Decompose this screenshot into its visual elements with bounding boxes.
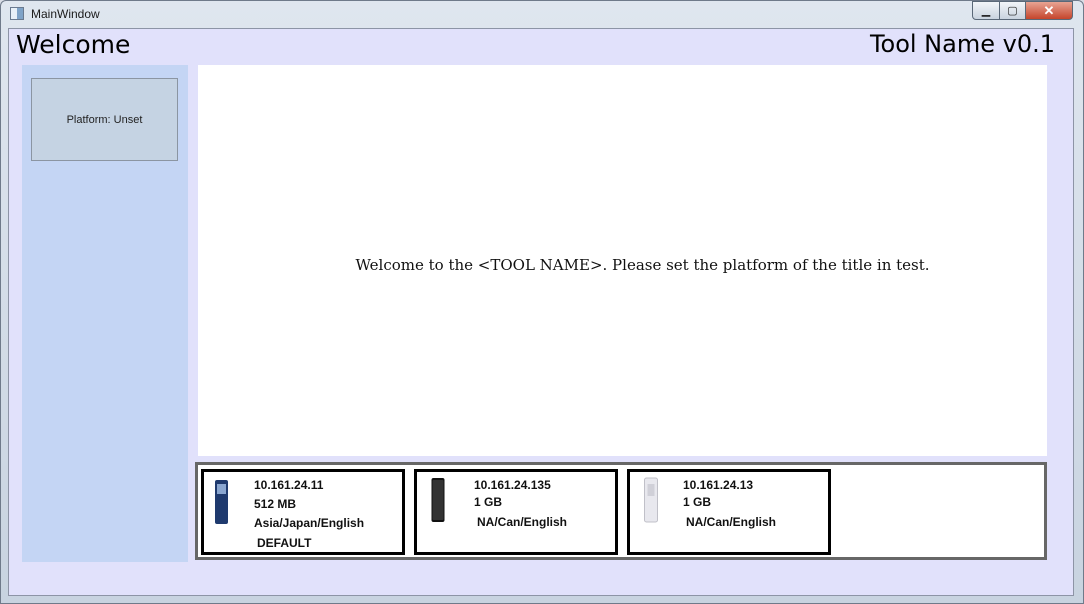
page-title: Welcome bbox=[16, 30, 131, 59]
platform-button[interactable]: Platform: Unset bbox=[31, 78, 178, 161]
device-memory: 1 GB bbox=[474, 495, 503, 509]
welcome-message: Welcome to the <TOOL NAME>. Please set t… bbox=[355, 256, 930, 274]
console-icon bbox=[644, 477, 658, 523]
close-icon: ✕ bbox=[1043, 2, 1055, 18]
device-ip: 10.161.24.135 bbox=[474, 478, 551, 492]
main-content: Welcome to the <TOOL NAME>. Please set t… bbox=[198, 65, 1047, 456]
console-icon bbox=[215, 480, 228, 524]
device-card[interactable]: 10.161.24.13 1 GB NA/Can/English bbox=[627, 469, 831, 555]
app-icon bbox=[10, 7, 24, 20]
maximize-icon: ▢ bbox=[1007, 5, 1018, 17]
minimize-icon: ▁ bbox=[981, 5, 991, 17]
tool-version-title: Tool Name v0.1 bbox=[869, 30, 1055, 58]
sidebar: Platform: Unset bbox=[22, 65, 188, 562]
main-window: MainWindow ▁ ▢ ✕ Welcome Tool Name v0.1 … bbox=[0, 0, 1084, 604]
title-bar[interactable]: MainWindow ▁ ▢ ✕ bbox=[1, 1, 1083, 27]
device-card[interactable]: 10.161.24.11 512 MB Asia/Japan/English D… bbox=[201, 469, 405, 555]
maximize-button[interactable]: ▢ bbox=[999, 1, 1026, 20]
device-memory: 512 MB bbox=[254, 497, 297, 511]
client-area: Welcome Tool Name v0.1 Platform: Unset W… bbox=[8, 28, 1074, 596]
device-list: 10.161.24.11 512 MB Asia/Japan/English D… bbox=[195, 462, 1047, 560]
device-default-tag: DEFAULT bbox=[257, 536, 312, 550]
device-ip: 10.161.24.11 bbox=[254, 478, 324, 492]
device-region: NA/Can/English bbox=[477, 515, 568, 529]
close-button[interactable]: ✕ bbox=[1025, 1, 1073, 20]
device-region: Asia/Japan/English bbox=[254, 516, 365, 530]
minimize-button[interactable]: ▁ bbox=[972, 1, 1000, 20]
device-memory: 1 GB bbox=[683, 495, 712, 509]
device-card[interactable]: 10.161.24.135 1 GB NA/Can/English bbox=[414, 469, 618, 555]
device-ip: 10.161.24.13 bbox=[683, 478, 754, 492]
device-region: NA/Can/English bbox=[686, 515, 777, 529]
window-title: MainWindow bbox=[31, 7, 100, 21]
console-icon bbox=[431, 478, 445, 522]
